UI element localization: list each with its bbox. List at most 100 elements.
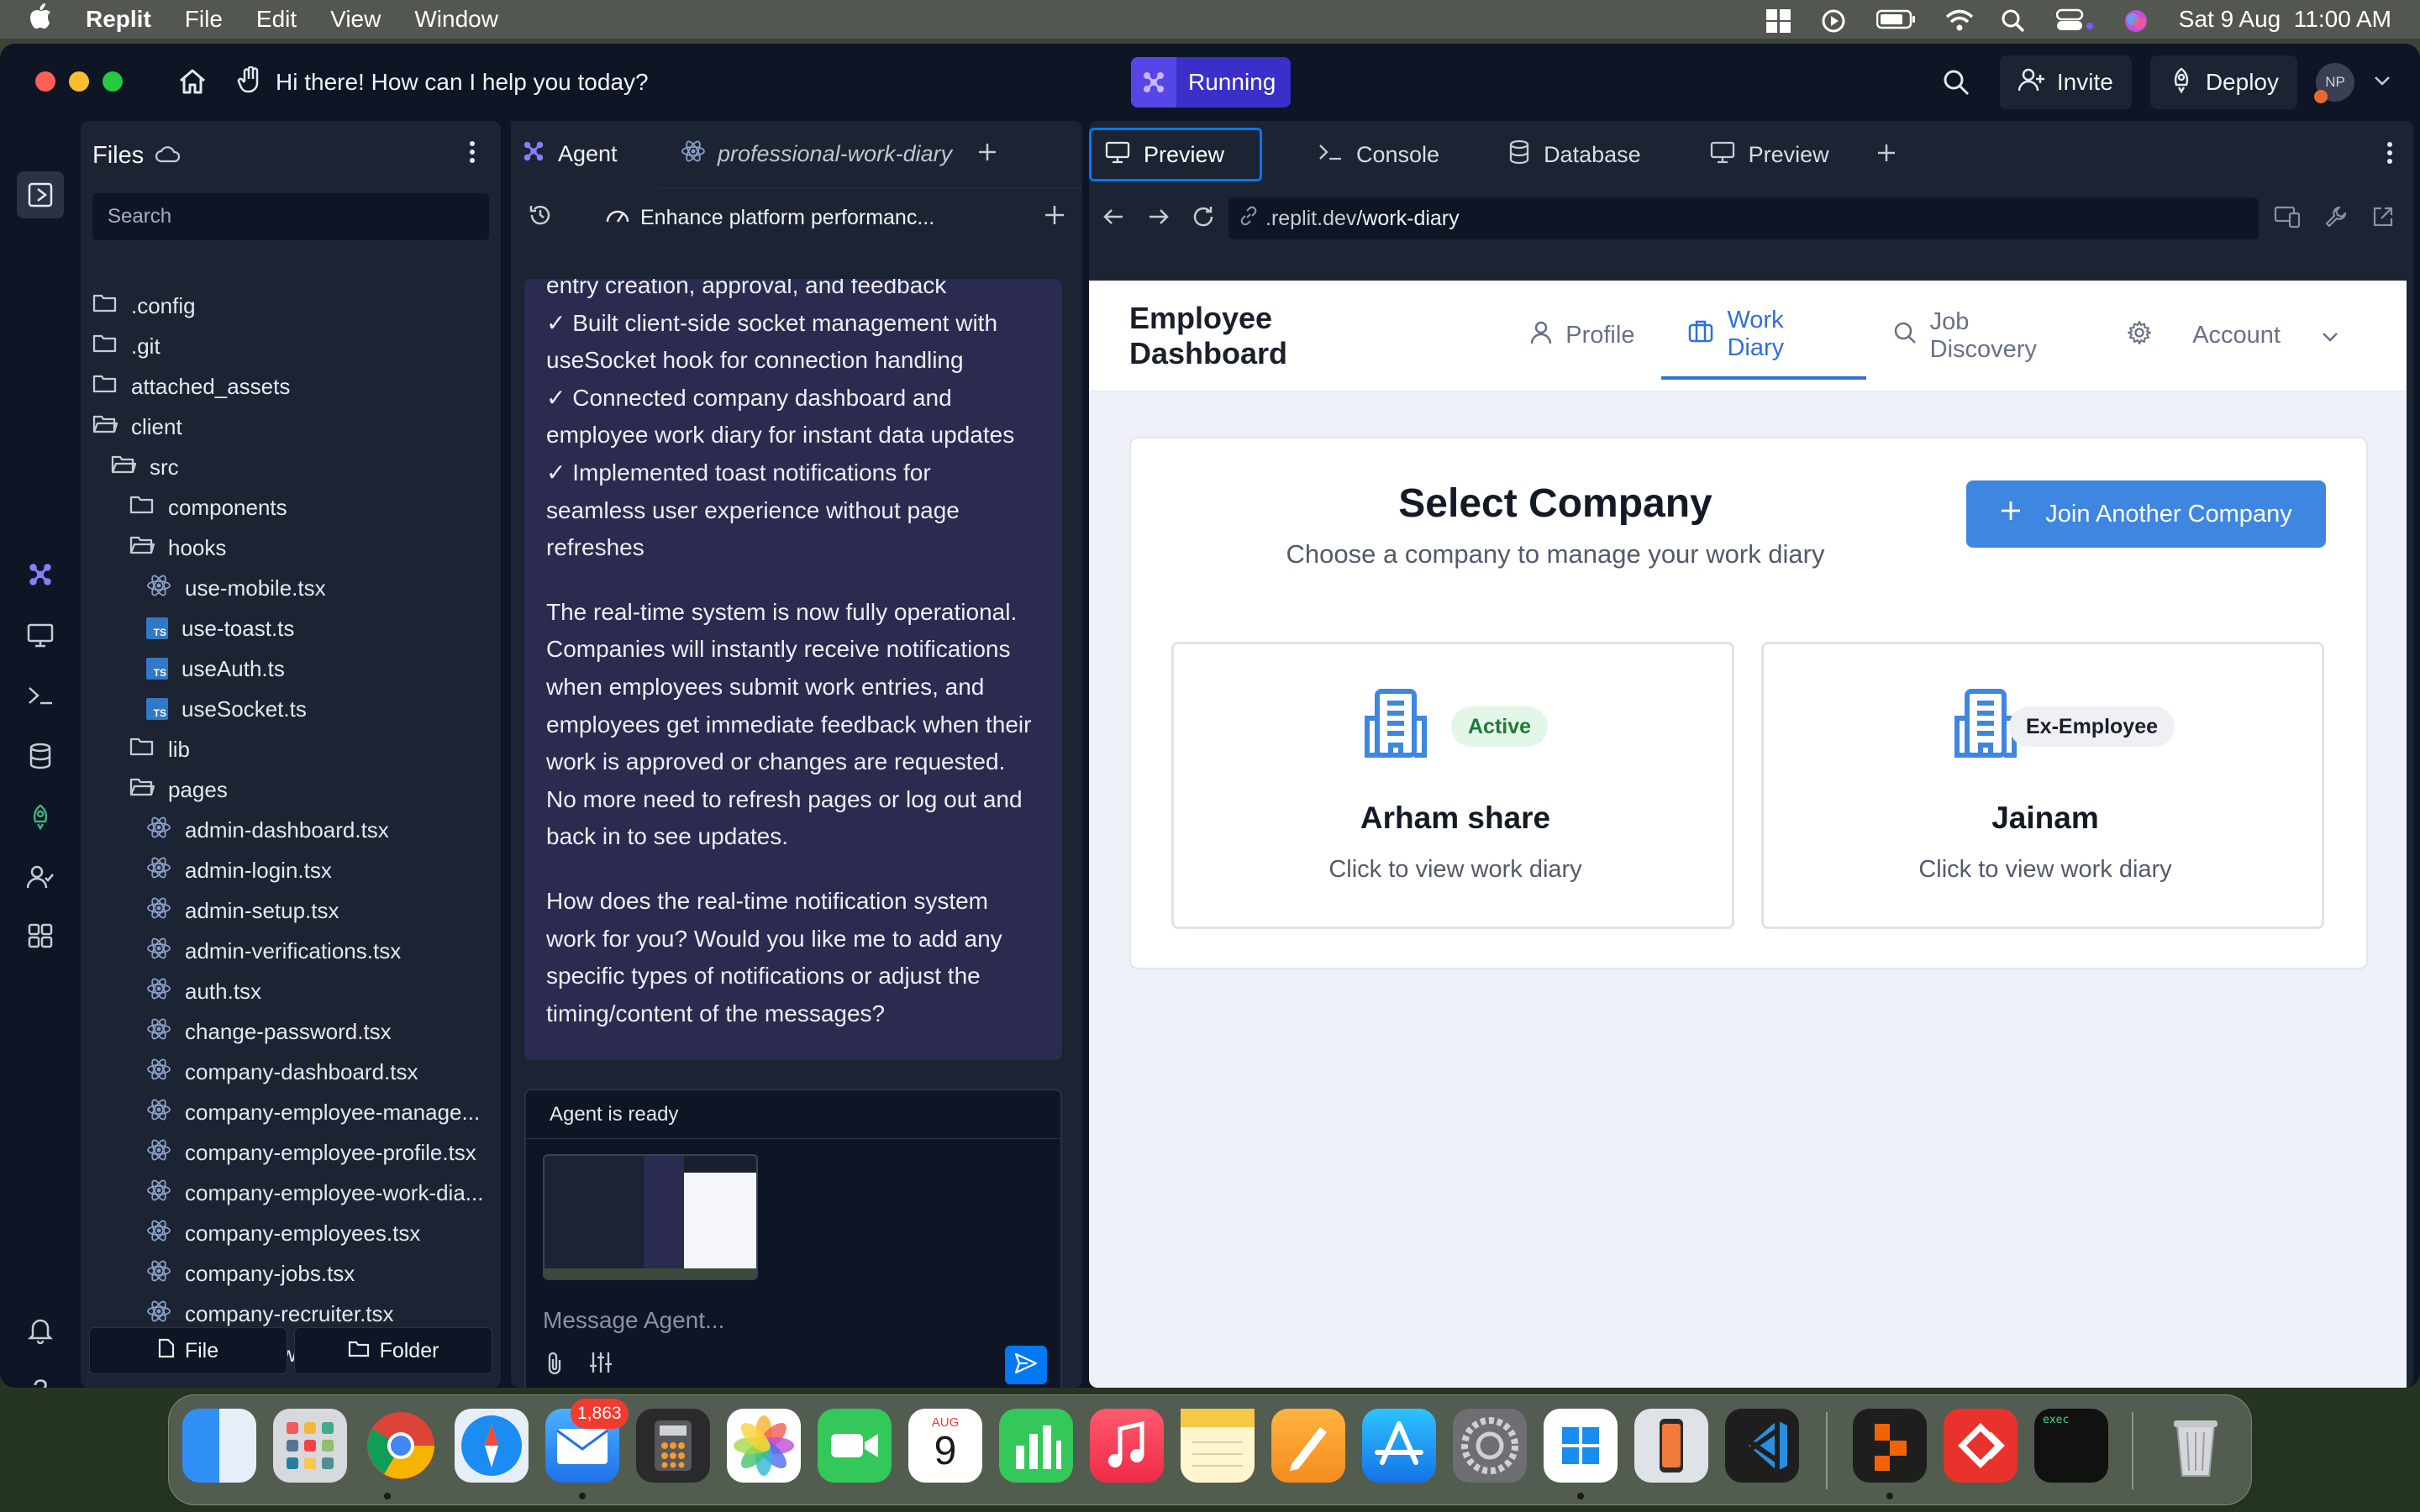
file-item[interactable]: admin-login.tsx: [146, 850, 332, 890]
facetime-icon[interactable]: [818, 1409, 892, 1483]
new-file-button[interactable]: File: [89, 1327, 287, 1374]
file-item[interactable]: auth.tsx: [146, 971, 261, 1011]
devices-icon[interactable]: [2274, 205, 2301, 233]
folder-item[interactable]: pages: [129, 769, 228, 810]
music-icon[interactable]: [1090, 1409, 1164, 1483]
new-thread-plus-icon[interactable]: [1044, 204, 1065, 232]
sidebar-toggle-icon[interactable]: [17, 171, 64, 218]
folder-item[interactable]: attached_assets: [92, 366, 290, 407]
tab-agent[interactable]: Agent: [511, 120, 659, 188]
file-item[interactable]: TS use-toast.ts: [146, 608, 294, 648]
file-item[interactable]: company-jobs.tsx: [146, 1253, 355, 1294]
paperclip-icon[interactable]: [544, 1350, 565, 1379]
apple-icon[interactable]: [29, 3, 52, 36]
send-message-button[interactable]: [1005, 1346, 1047, 1384]
menu-edit[interactable]: Edit: [256, 6, 297, 33]
file-item[interactable]: company-employees.tsx: [146, 1213, 420, 1253]
folder-item[interactable]: .config: [92, 286, 196, 326]
join-another-company-button[interactable]: Join Another Company: [1966, 480, 2326, 548]
tab-menu-icon[interactable]: [2386, 141, 2393, 169]
agent-prompt-chip[interactable]: Hi there! How can I help you today?: [237, 64, 649, 101]
open-new-window-icon[interactable]: [2371, 205, 2395, 233]
pages-icon[interactable]: [1271, 1409, 1345, 1483]
message-agent-input[interactable]: Message Agent...: [543, 1307, 724, 1334]
calculator-icon[interactable]: [636, 1409, 710, 1483]
folder-item[interactable]: src: [111, 447, 179, 487]
folder-item[interactable]: hooks: [129, 528, 226, 568]
minimize-window-button[interactable]: [69, 71, 89, 92]
close-window-button[interactable]: [35, 71, 55, 92]
folder-item[interactable]: components: [129, 487, 287, 528]
menu-window[interactable]: Window: [414, 6, 498, 33]
replit-icon[interactable]: [1853, 1409, 1927, 1483]
nav-profile[interactable]: Profile: [1503, 281, 1661, 391]
vscode-icon[interactable]: [1725, 1409, 1799, 1483]
company-card-jainam[interactable]: Ex-Employee Jainam Click to view work di…: [1761, 642, 2324, 929]
deployments-rail-icon[interactable]: [24, 800, 57, 833]
menu-file[interactable]: File: [185, 6, 223, 33]
tab-console[interactable]: Console: [1304, 128, 1453, 181]
invite-button[interactable]: Invite: [1999, 55, 2132, 109]
file-item[interactable]: TS useAuth.ts: [146, 648, 285, 689]
file-item[interactable]: admin-setup.tsx: [146, 890, 339, 931]
nav-job-discovery[interactable]: Job Discovery: [1866, 281, 2101, 391]
anydesk-icon[interactable]: [1944, 1409, 2018, 1483]
trash-icon[interactable]: [2159, 1409, 2233, 1483]
folder-item[interactable]: lib: [129, 729, 190, 769]
new-tab-plus-icon[interactable]: [977, 142, 997, 166]
launchpad-icon[interactable]: [273, 1409, 347, 1483]
file-item[interactable]: change-password.tsx: [146, 1011, 392, 1052]
home-icon[interactable]: [176, 66, 208, 97]
tab-professional-work-diary[interactable]: professional-work-diary: [671, 121, 962, 188]
tab-database[interactable]: Database: [1495, 128, 1655, 181]
nav-account[interactable]: Account: [2100, 281, 2366, 391]
run-button[interactable]: Running: [1131, 57, 1291, 108]
file-item[interactable]: use-mobile.tsx: [146, 568, 326, 608]
files-menu-icon[interactable]: [455, 140, 489, 171]
photos-icon[interactable]: [727, 1409, 801, 1483]
preview-rail-icon[interactable]: [24, 618, 57, 652]
windows-app-icon[interactable]: [1544, 1409, 1618, 1483]
app-store-icon[interactable]: [1362, 1409, 1436, 1483]
file-item[interactable]: company-employee-work-dia...: [146, 1173, 483, 1213]
iphone-mirroring-icon[interactable]: [1634, 1409, 1708, 1483]
numbers-icon[interactable]: [999, 1409, 1073, 1483]
files-search-input[interactable]: Search: [92, 193, 489, 240]
console-rail-icon[interactable]: [24, 679, 57, 712]
avatar[interactable]: NP: [2314, 63, 2354, 103]
file-item[interactable]: admin-dashboard.tsx: [146, 810, 389, 850]
url-input[interactable]: .replit.dev/work-diary: [1228, 197, 2259, 239]
safari-icon[interactable]: [455, 1409, 529, 1483]
window-grid-icon[interactable]: [1765, 8, 1792, 33]
devtools-wrench-icon[interactable]: [2324, 205, 2348, 233]
nav-work-diary[interactable]: Work Diary: [1661, 292, 1866, 380]
tab-preview[interactable]: Preview: [1089, 128, 1262, 181]
back-arrow-icon[interactable]: [1102, 207, 1124, 231]
company-card-arham-share[interactable]: Active Arham share Click to view work di…: [1171, 642, 1734, 929]
notifications-bell-icon[interactable]: [24, 1314, 57, 1347]
menubar-datetime[interactable]: Sat 9 Aug 11:00 AM: [2179, 6, 2391, 33]
zoom-window-button[interactable]: [103, 71, 123, 92]
add-tab-plus-icon[interactable]: [1876, 143, 1897, 167]
calendar-icon[interactable]: AUG 9: [908, 1409, 982, 1483]
help-icon[interactable]: ?: [24, 1373, 57, 1389]
search-icon[interactable]: [1931, 57, 1981, 108]
spotlight-search-icon[interactable]: [2001, 8, 2028, 33]
control-center-icon[interactable]: [2055, 8, 2095, 30]
reload-icon[interactable]: [1192, 205, 1215, 233]
play-circle-icon[interactable]: [1821, 8, 1848, 33]
wifi-icon[interactable]: [1945, 8, 1973, 31]
settings-sliders-icon[interactable]: [588, 1350, 613, 1379]
notes-icon[interactable]: [1181, 1409, 1255, 1483]
users-rail-icon[interactable]: [24, 860, 57, 894]
chrome-icon[interactable]: [364, 1409, 438, 1483]
siri-icon[interactable]: [2123, 8, 2150, 32]
file-item[interactable]: company-employee-manage...: [146, 1092, 480, 1132]
forward-arrow-icon[interactable]: [1148, 207, 1170, 231]
battery-icon[interactable]: [1876, 8, 1917, 30]
attached-screenshot-thumbnail[interactable]: [543, 1154, 758, 1280]
agent-thread-title[interactable]: Enhance platform performanc...: [640, 206, 934, 230]
folder-item[interactable]: .git: [92, 326, 160, 366]
chevron-down-icon[interactable]: [2373, 74, 2391, 92]
deploy-button[interactable]: Deploy: [2149, 55, 2297, 109]
